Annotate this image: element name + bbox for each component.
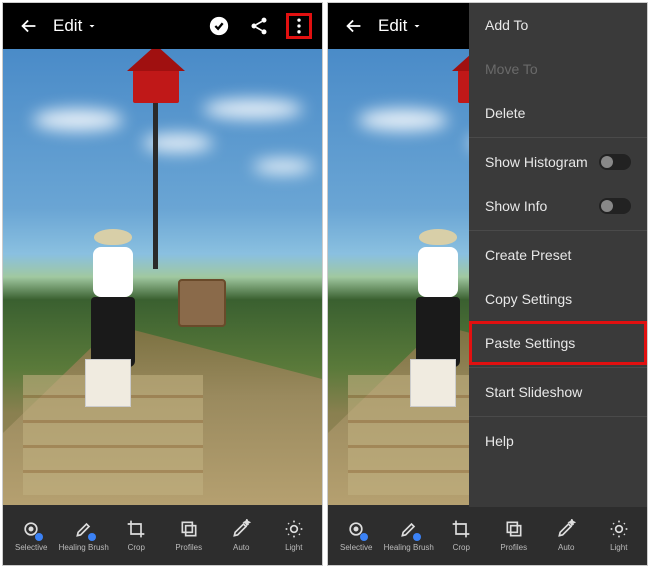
menu-label: Delete bbox=[485, 105, 525, 121]
accept-button[interactable] bbox=[206, 13, 232, 39]
top-bar: Edit bbox=[3, 3, 322, 49]
menu-paste-settings[interactable]: Paste Settings bbox=[469, 321, 647, 365]
menu-label: Start Slideshow bbox=[485, 384, 582, 400]
menu-start-slideshow[interactable]: Start Slideshow bbox=[469, 370, 647, 414]
overflow-menu: Add To Move To Delete Show Histogram Sho… bbox=[469, 3, 647, 507]
menu-label: Show Histogram bbox=[485, 154, 588, 170]
menu-separator bbox=[469, 230, 647, 231]
more-vertical-icon bbox=[289, 16, 309, 36]
menu-separator bbox=[469, 416, 647, 417]
tool-selective[interactable]: Selective bbox=[330, 518, 382, 552]
tool-label: Light bbox=[285, 543, 302, 552]
tool-label: Profiles bbox=[500, 543, 527, 552]
menu-show-info[interactable]: Show Info bbox=[469, 184, 647, 228]
edit-mode-dropdown[interactable]: Edit bbox=[53, 16, 98, 36]
tool-crop[interactable]: Crop bbox=[435, 518, 487, 552]
tool-label: Light bbox=[610, 543, 627, 552]
photo-decoration bbox=[133, 67, 179, 103]
tool-label: Healing Brush bbox=[384, 543, 434, 552]
tool-label: Auto bbox=[558, 543, 574, 552]
menu-copy-settings[interactable]: Copy Settings bbox=[469, 277, 647, 321]
photo-decoration bbox=[33, 109, 123, 131]
back-button[interactable] bbox=[13, 10, 45, 42]
edit-mode-dropdown[interactable]: Edit bbox=[378, 16, 423, 36]
menu-delete[interactable]: Delete bbox=[469, 91, 647, 135]
menu-label: Add To bbox=[485, 17, 528, 33]
arrow-left-icon bbox=[18, 15, 40, 37]
selective-icon bbox=[20, 518, 42, 540]
chevron-down-icon bbox=[411, 20, 423, 32]
chevron-down-icon bbox=[86, 20, 98, 32]
toggle-off-icon[interactable] bbox=[599, 198, 631, 214]
photo-decoration bbox=[178, 279, 226, 327]
edit-label: Edit bbox=[53, 16, 82, 36]
menu-create-preset[interactable]: Create Preset bbox=[469, 233, 647, 277]
tool-label: Healing Brush bbox=[59, 543, 109, 552]
tool-healing-brush[interactable]: Healing Brush bbox=[58, 518, 110, 552]
tool-label: Profiles bbox=[175, 543, 202, 552]
menu-label: Paste Settings bbox=[485, 335, 575, 351]
tool-light[interactable]: Light bbox=[268, 518, 320, 552]
tool-auto[interactable]: Auto bbox=[540, 518, 592, 552]
crop-icon bbox=[450, 518, 472, 540]
back-button[interactable] bbox=[338, 10, 370, 42]
menu-add-to[interactable]: Add To bbox=[469, 3, 647, 47]
menu-separator bbox=[469, 137, 647, 138]
profiles-icon bbox=[503, 518, 525, 540]
photo-decoration bbox=[253, 159, 313, 174]
light-icon bbox=[608, 518, 630, 540]
toggle-off-icon[interactable] bbox=[599, 154, 631, 170]
tool-label: Selective bbox=[340, 543, 372, 552]
arrow-left-icon bbox=[343, 15, 365, 37]
tool-bar: Selective Healing Brush Crop Profiles Au… bbox=[3, 505, 322, 565]
auto-icon bbox=[555, 518, 577, 540]
menu-show-histogram[interactable]: Show Histogram bbox=[469, 140, 647, 184]
tool-label: Crop bbox=[453, 543, 470, 552]
auto-icon bbox=[230, 518, 252, 540]
menu-move-to: Move To bbox=[469, 47, 647, 91]
photo-canvas[interactable] bbox=[3, 49, 322, 505]
menu-label: Create Preset bbox=[485, 247, 571, 263]
menu-label: Show Info bbox=[485, 198, 547, 214]
share-icon bbox=[249, 16, 269, 36]
tool-selective[interactable]: Selective bbox=[5, 518, 57, 552]
share-button[interactable] bbox=[246, 13, 272, 39]
menu-label: Help bbox=[485, 433, 514, 449]
selective-icon bbox=[345, 518, 367, 540]
tool-label: Auto bbox=[233, 543, 249, 552]
phone-screen-right: Edit Add To Move To Delete Show Histogra… bbox=[327, 2, 648, 566]
photo-decoration bbox=[358, 109, 448, 131]
crop-icon bbox=[125, 518, 147, 540]
menu-separator bbox=[469, 367, 647, 368]
edit-label: Edit bbox=[378, 16, 407, 36]
photo-decoration bbox=[83, 229, 143, 367]
photo-decoration bbox=[203, 99, 303, 119]
tool-label: Selective bbox=[15, 543, 47, 552]
tool-label: Crop bbox=[128, 543, 145, 552]
tool-auto[interactable]: Auto bbox=[215, 518, 267, 552]
tool-crop[interactable]: Crop bbox=[110, 518, 162, 552]
tool-healing-brush[interactable]: Healing Brush bbox=[383, 518, 435, 552]
healing-brush-icon bbox=[398, 518, 420, 540]
tool-bar: Selective Healing Brush Crop Profiles Au… bbox=[328, 505, 647, 565]
healing-brush-icon bbox=[73, 518, 95, 540]
menu-help[interactable]: Help bbox=[469, 419, 647, 463]
photo-decoration bbox=[408, 229, 468, 367]
light-icon bbox=[283, 518, 305, 540]
menu-label: Copy Settings bbox=[485, 291, 572, 307]
profiles-icon bbox=[178, 518, 200, 540]
more-options-button[interactable] bbox=[286, 13, 312, 39]
tool-profiles[interactable]: Profiles bbox=[488, 518, 540, 552]
tool-light[interactable]: Light bbox=[593, 518, 645, 552]
tool-profiles[interactable]: Profiles bbox=[163, 518, 215, 552]
menu-label: Move To bbox=[485, 61, 538, 77]
phone-screen-left: Edit Selective bbox=[2, 2, 323, 566]
check-circle-icon bbox=[208, 15, 230, 37]
